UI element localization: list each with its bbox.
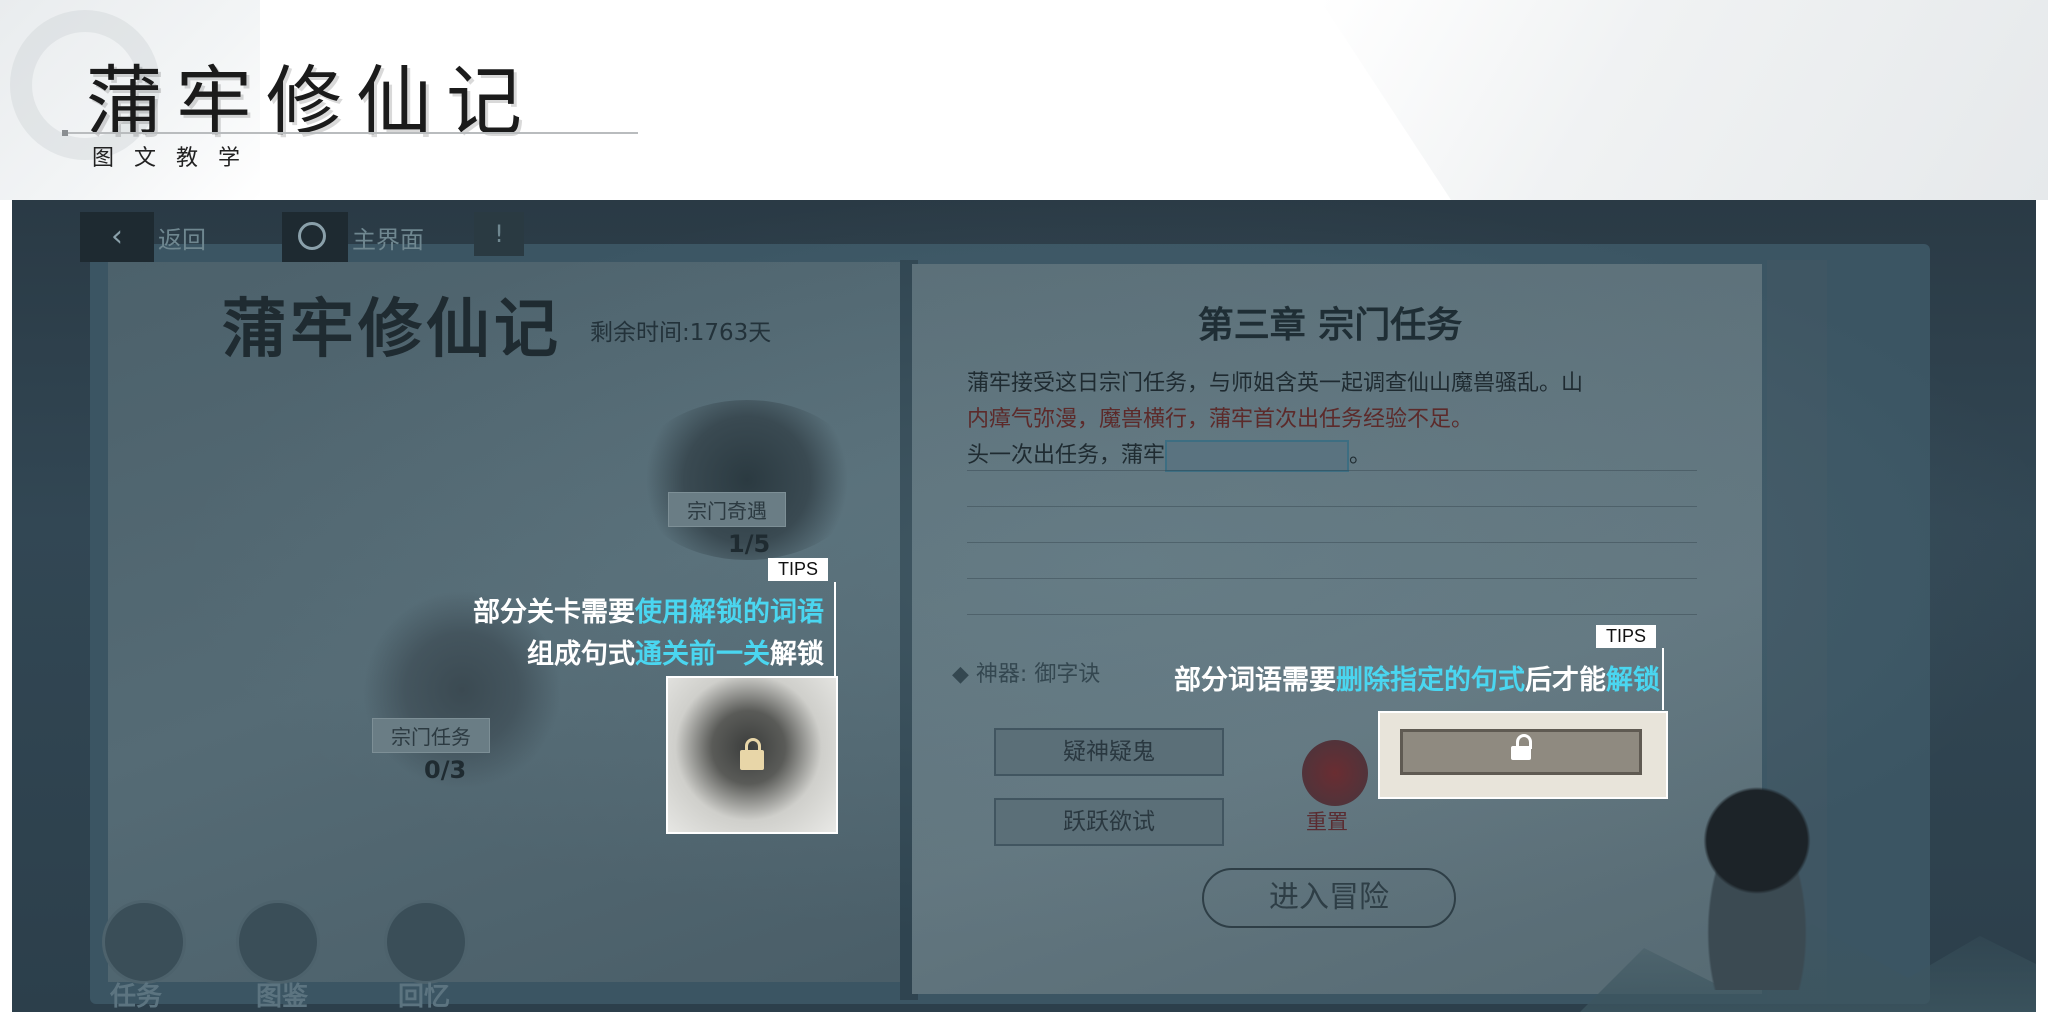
tips-connector (1662, 648, 1664, 710)
tips-text-highlight: 删除指定的句式 (1336, 665, 1525, 696)
story-line: 蒲牢接受这日宗门任务，与师姐含英一起调查仙山魔兽骚乱。山 (967, 371, 1584, 396)
back-button[interactable]: ‹ (80, 212, 154, 262)
story-line: 头一次出任务，蒲牢 。 (967, 438, 1727, 474)
story-line-suffix: 。 (1349, 443, 1372, 468)
codex-button[interactable] (236, 900, 320, 984)
tips-text-plain: 部分关卡需要 (473, 597, 635, 628)
codex-label: 图鉴 (256, 982, 309, 1012)
home-label[interactable]: 主界面 (352, 220, 424, 255)
chapter-title: 第三章 宗门任务 (1197, 305, 1463, 346)
tips-text-highlight: 通关前一关 (635, 639, 770, 670)
ruled-line (967, 614, 1697, 615)
node-label-sect-mission[interactable]: 宗门任务 (372, 718, 490, 753)
task-button[interactable] (102, 900, 186, 984)
memory-label: 回忆 (398, 982, 451, 1012)
ruled-line (967, 578, 1697, 579)
locked-word-button[interactable] (1400, 729, 1642, 775)
word-blank-slot[interactable] (1165, 440, 1350, 472)
info-button[interactable]: ! (474, 212, 524, 256)
chevron-left-icon: ‹ (111, 219, 123, 254)
story-line-prefix: 头一次出任务，蒲牢 (967, 443, 1166, 468)
page-subtitle: 图文教学 (92, 146, 261, 171)
tips-connector (834, 582, 836, 676)
remaining-time: 剩余时间:1763天 (590, 320, 772, 346)
locked-level-node[interactable] (666, 676, 838, 834)
tips-text-line: 组成句式通关前一关解锁 (418, 632, 824, 671)
info-icon: ! (494, 220, 504, 248)
ruled-line (967, 506, 1697, 507)
task-label: 任务 (110, 982, 163, 1012)
lock-icon (740, 738, 764, 770)
word-button[interactable]: 疑神疑鬼 (994, 728, 1224, 776)
back-label[interactable]: 返回 (158, 220, 206, 255)
tips-text-plain: 部分词语需要 (1174, 665, 1336, 696)
ruled-line (967, 542, 1697, 543)
lock-icon (1511, 734, 1532, 760)
tips-tag: TIPS (768, 558, 829, 581)
story-line: 内瘴气弥漫，魔兽横行，蒲牢首次出任务经验不足。 (967, 407, 1474, 432)
tips-text-plain: 组成句式 (527, 639, 635, 670)
word-button[interactable]: 跃跃欲试 (994, 798, 1224, 846)
tips-text-highlight: 使用解锁的词语 (635, 597, 824, 628)
node-count-sect-encounter: 1/5 (728, 530, 771, 558)
tips-text-line: 部分关卡需要使用解锁的词语 (418, 590, 824, 629)
tips-text-line: 部分词语需要删除指定的句式后才能解锁 (1060, 658, 1660, 697)
reset-label[interactable]: 重置 (1306, 806, 1348, 836)
reset-dice-icon[interactable] (1302, 740, 1368, 806)
character-illustration (1682, 760, 1832, 990)
memory-button[interactable] (384, 900, 468, 984)
locked-word-slot[interactable] (1378, 711, 1668, 799)
game-logo: 蒲牢修仙记 (222, 292, 562, 367)
game-screenshot: ‹ 返回 主界面 ! 蒲牢修仙记 剩余时间:1763天 宗门奇遇 1/5 宗门任… (12, 200, 2036, 1012)
story-text: 蒲牢接受这日宗门任务，与师姐含英一起调查仙山魔兽骚乱。山 内瘴气弥漫，魔兽横行，… (967, 366, 1727, 474)
tips-tag: TIPS (1596, 625, 1657, 648)
home-icon (298, 222, 326, 250)
tips-text-plain: 后才能 (1525, 665, 1606, 696)
tips-text-highlight: 解锁 (1606, 665, 1660, 696)
title-divider (64, 132, 638, 134)
ruled-line (967, 470, 1697, 471)
header-decoration (1320, 0, 2048, 200)
enter-adventure-button[interactable]: 进入冒险 (1202, 868, 1456, 928)
divider-dot (62, 130, 68, 136)
tips-text-plain: 解锁 (770, 639, 824, 670)
node-label-sect-encounter[interactable]: 宗门奇遇 (668, 492, 786, 527)
node-count-sect-mission: 0/3 (424, 756, 467, 784)
